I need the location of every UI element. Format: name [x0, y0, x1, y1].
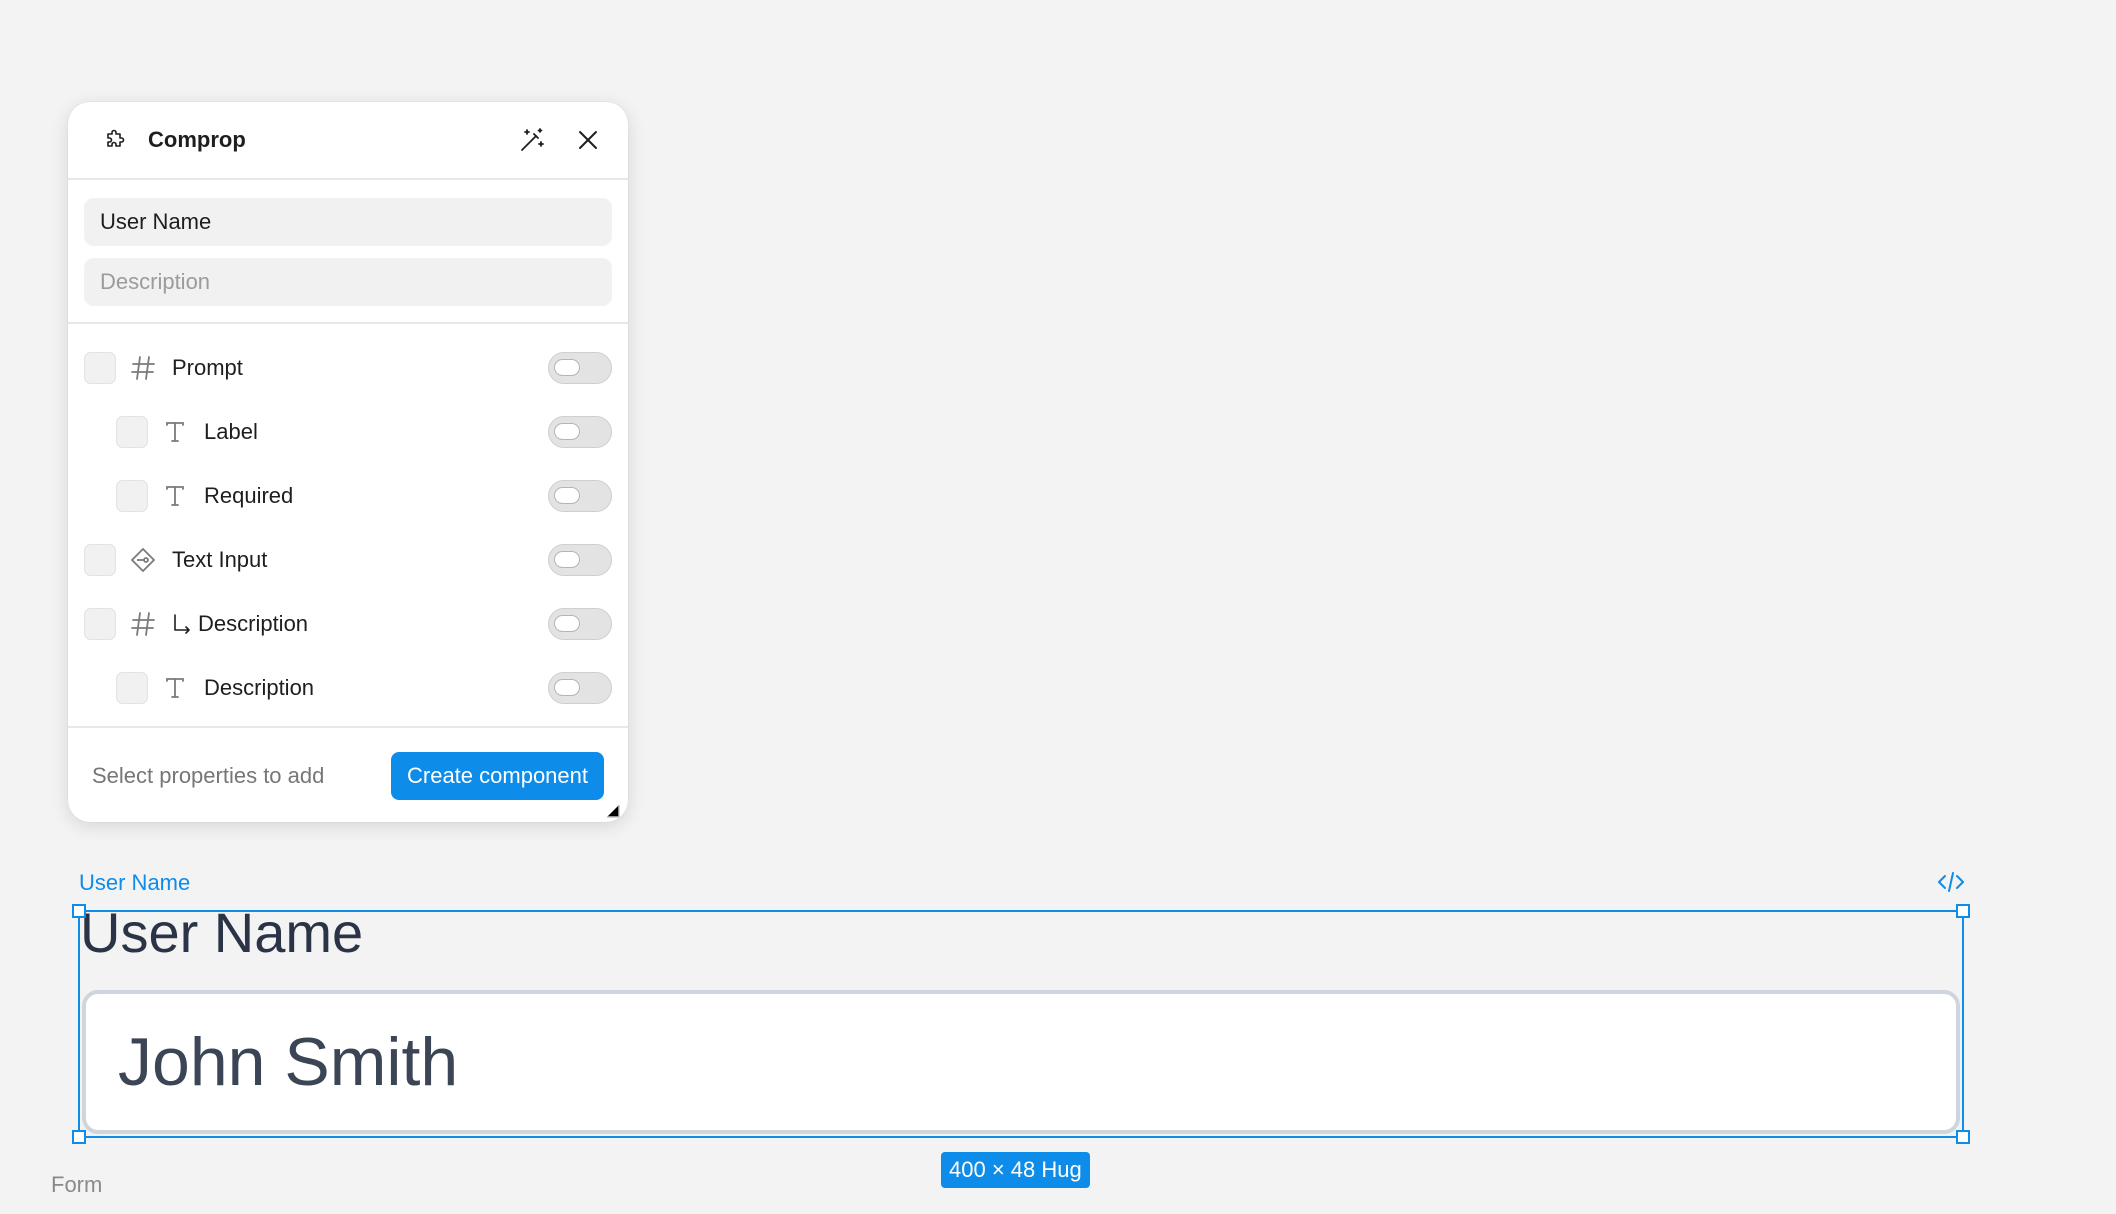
nested-arrow-icon: [172, 613, 192, 635]
property-toggle[interactable]: [548, 416, 612, 448]
comprop-plugin-panel: Comprop User Name Description Prompt Lab…: [68, 102, 628, 822]
resize-handle-bottom-right[interactable]: [1956, 1130, 1970, 1144]
property-list: Prompt Label Required Text Input Descrip…: [68, 324, 628, 728]
property-checkbox[interactable]: [84, 352, 116, 384]
text-icon: [160, 417, 190, 447]
property-label-wrapper: Description: [172, 611, 548, 637]
text-icon: [160, 481, 190, 511]
property-checkbox[interactable]: [116, 672, 148, 704]
property-row-description: Description: [84, 656, 612, 720]
panel-title: Comprop: [148, 127, 246, 152]
close-icon[interactable]: [568, 120, 608, 160]
toggle-knob: [554, 551, 580, 568]
hash-icon: [128, 609, 158, 639]
toggle-knob: [554, 359, 580, 376]
selection-box[interactable]: [72, 904, 1970, 1144]
resize-handle-top-left[interactable]: [72, 904, 86, 918]
toggle-knob: [554, 615, 580, 632]
property-row-label: Label: [84, 400, 612, 464]
resize-grip-icon[interactable]: [606, 804, 620, 818]
footer-hint: Select properties to add: [92, 763, 325, 788]
property-label: Required: [204, 483, 294, 508]
hash-icon: [128, 353, 158, 383]
property-toggle[interactable]: [548, 672, 612, 704]
size-badge: 400 × 48 Hug: [941, 1152, 1090, 1188]
frame-name[interactable]: Form: [51, 1172, 102, 1198]
property-row-required: Required: [84, 464, 612, 528]
property-label: Text Input: [172, 547, 268, 572]
toggle-knob: [554, 423, 580, 440]
property-label: Description: [198, 611, 309, 636]
toggle-knob: [554, 679, 580, 696]
toggle-knob: [554, 487, 580, 504]
property-label: Prompt: [172, 355, 243, 380]
property-checkbox[interactable]: [116, 480, 148, 512]
component-fields: [68, 180, 628, 324]
property-toggle[interactable]: [548, 608, 612, 640]
property-label: Description: [204, 675, 315, 700]
property-toggle[interactable]: [548, 352, 612, 384]
property-checkbox[interactable]: [116, 416, 148, 448]
panel-header: Comprop: [68, 102, 628, 180]
property-toggle[interactable]: [548, 544, 612, 576]
property-row-text-input: Text Input: [84, 528, 612, 592]
property-label: Label: [204, 419, 258, 444]
property-row-prompt: Prompt: [84, 336, 612, 400]
component-name-input[interactable]: [84, 198, 612, 246]
property-toggle[interactable]: [548, 480, 612, 512]
property-checkbox[interactable]: [84, 608, 116, 640]
plugin-puzzle-icon: [102, 127, 128, 153]
resize-handle-top-right[interactable]: [1956, 904, 1970, 918]
canvas[interactable]: Comprop User Name Description Prompt Lab…: [0, 0, 2116, 1214]
text-icon: [160, 673, 190, 703]
component-description-input[interactable]: [84, 258, 612, 306]
instance-icon: [128, 545, 158, 575]
magic-wand-icon[interactable]: [512, 120, 552, 160]
resize-handle-bottom-left[interactable]: [72, 1130, 86, 1144]
create-component-button[interactable]: Create component: [391, 752, 604, 800]
property-checkbox[interactable]: [84, 544, 116, 576]
property-row-description-group: Description: [84, 592, 612, 656]
selection-name[interactable]: User Name: [79, 870, 190, 896]
panel-footer: Select properties to add Create componen…: [68, 728, 628, 822]
code-icon[interactable]: [1936, 868, 1966, 896]
